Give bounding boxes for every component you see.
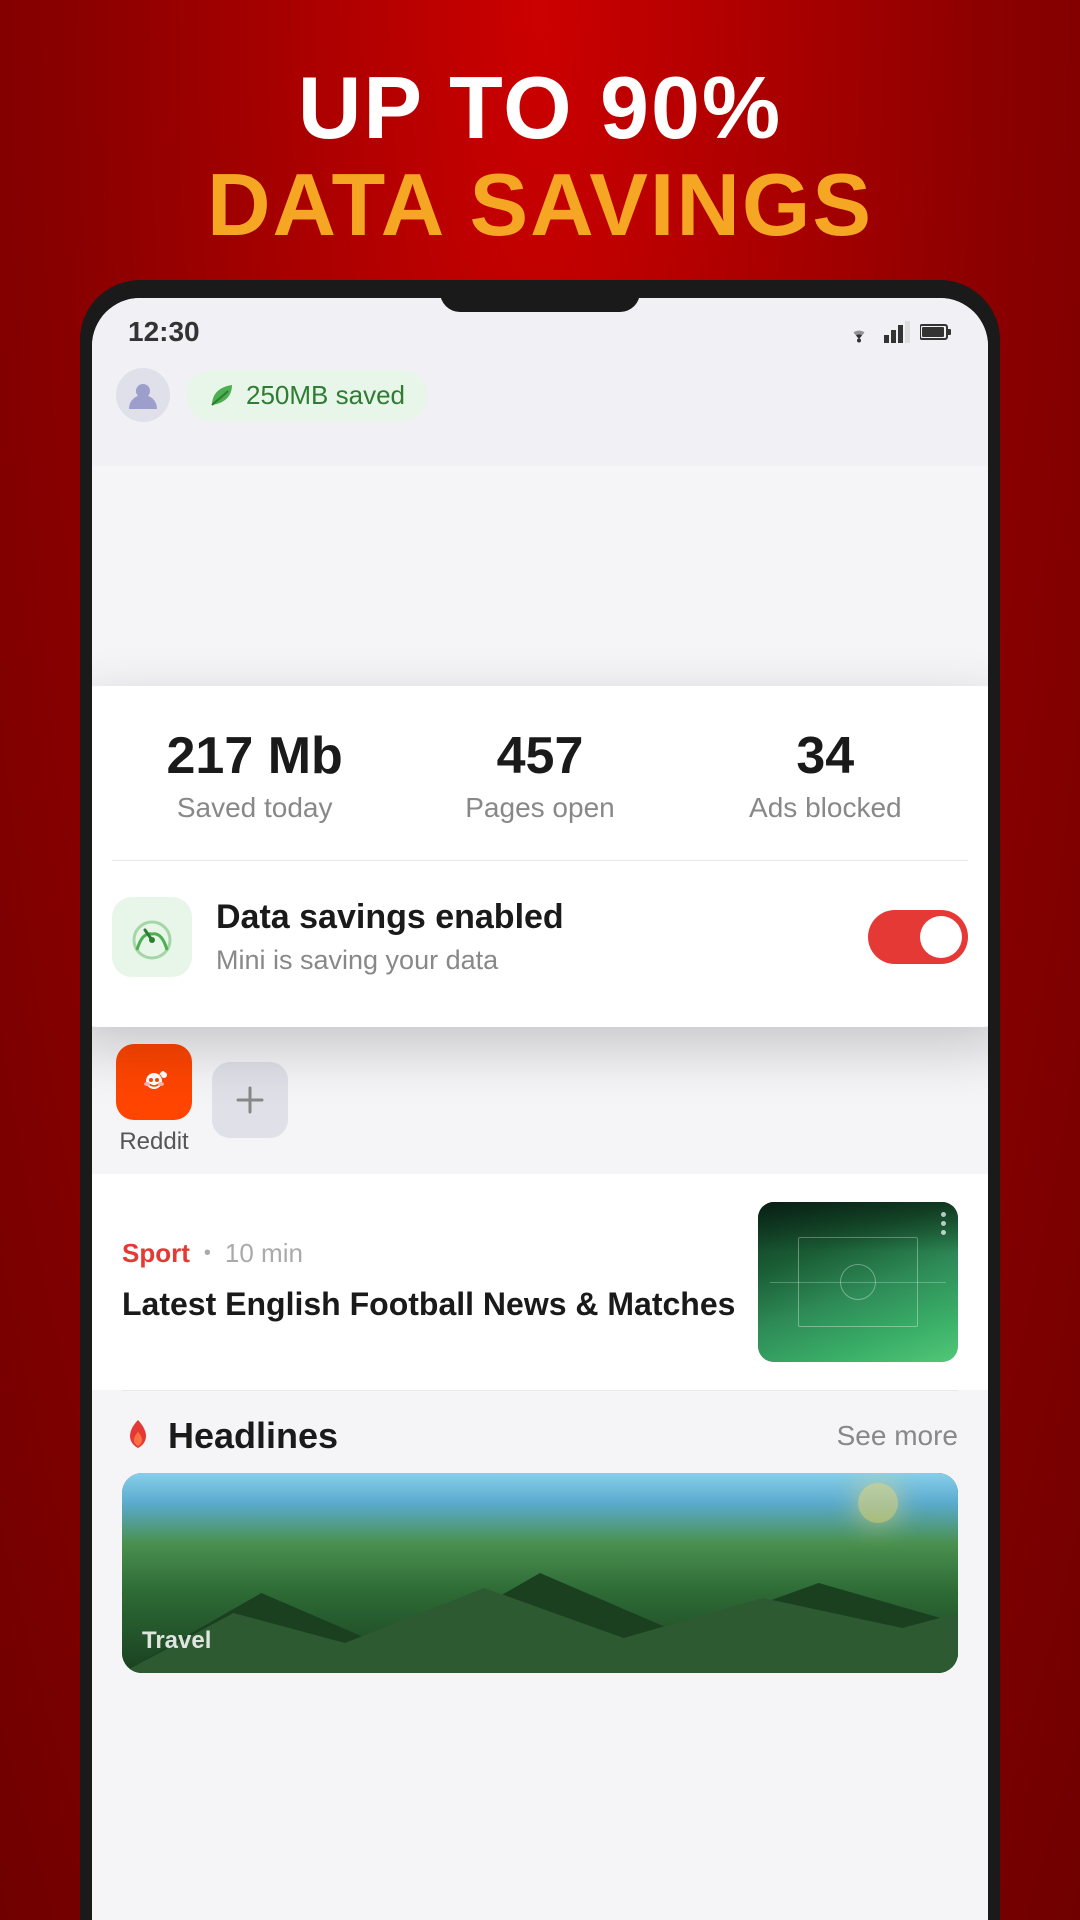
- headlines-section: Headlines See more: [92, 1391, 988, 1689]
- header-line1: UP TO 90%: [0, 60, 1080, 157]
- news-category: Sport: [122, 1238, 190, 1269]
- header-line2: DATA SAVINGS: [0, 157, 1080, 254]
- stat-ads-blocked: 34 Ads blocked: [683, 730, 968, 824]
- stat-saved-label: Saved today: [112, 792, 397, 824]
- news-text-section: Sport • 10 min Latest English Football N…: [122, 1238, 758, 1326]
- data-savings-title: Data savings enabled: [216, 898, 844, 937]
- headlines-header: Headlines See more: [122, 1415, 958, 1457]
- speedometer-icon: [127, 912, 177, 962]
- news-category-row: Sport • 10 min: [122, 1238, 738, 1269]
- stat-pages-label: Pages open: [397, 792, 682, 824]
- reddit-tab-icon[interactable]: [116, 1044, 192, 1120]
- stat-saved-today: 217 Mb Saved today: [112, 730, 397, 824]
- stat-pages-open: 457 Pages open: [397, 730, 682, 824]
- news-time: 10 min: [225, 1238, 303, 1269]
- phone-notch: [440, 280, 640, 312]
- user-icon: [127, 379, 159, 411]
- browser-bar: 250MB saved: [92, 358, 988, 432]
- reddit-tab-item: Reddit: [116, 1044, 192, 1156]
- wifi-icon: [844, 321, 874, 343]
- signal-icon: [884, 321, 910, 343]
- see-more-link[interactable]: See more: [837, 1420, 958, 1452]
- news-article[interactable]: Sport • 10 min Latest English Football N…: [92, 1174, 988, 1390]
- headlines-title-row: Headlines: [122, 1415, 338, 1457]
- status-icons: [844, 321, 952, 343]
- stats-row: 217 Mb Saved today 457 Pages open 34 Ads…: [112, 730, 968, 861]
- data-savings-toggle[interactable]: [868, 910, 968, 964]
- news-image: [758, 1202, 958, 1362]
- data-saved-text: 250MB saved: [246, 380, 405, 411]
- news-title: Latest English Football News & Matches: [122, 1283, 738, 1326]
- stat-ads-value: 34: [683, 730, 968, 782]
- status-time: 12:30: [128, 316, 200, 348]
- headlines-title: Headlines: [168, 1415, 338, 1457]
- header-section: UP TO 90% DATA SAVINGS: [0, 60, 1080, 254]
- fire-icon: [122, 1418, 154, 1454]
- reddit-icon: [131, 1059, 177, 1105]
- headline-image-label: Travel: [142, 1627, 211, 1655]
- leaf-icon: [208, 381, 236, 409]
- add-tab-button[interactable]: [212, 1062, 288, 1138]
- stat-ads-label: Ads blocked: [683, 792, 968, 824]
- add-icon: [232, 1082, 268, 1118]
- browser-content: 217 Mb Saved today 457 Pages open 34 Ads…: [92, 466, 988, 1920]
- tabs-row: Reddit: [92, 1026, 988, 1174]
- battery-icon: [920, 323, 952, 341]
- stats-card: 217 Mb Saved today 457 Pages open 34 Ads…: [92, 686, 988, 1027]
- stat-saved-value: 217 Mb: [112, 730, 397, 782]
- stat-pages-value: 457: [397, 730, 682, 782]
- data-savings-icon: [112, 897, 192, 977]
- data-savings-text: Data savings enabled Mini is saving your…: [192, 898, 868, 976]
- toggle-knob: [920, 916, 962, 958]
- phone-frame: 12:30: [80, 280, 1000, 1920]
- avatar[interactable]: [116, 368, 170, 422]
- add-tab-item: [212, 1062, 288, 1138]
- data-savings-subtitle: Mini is saving your data: [216, 945, 844, 976]
- news-time-dot: •: [204, 1242, 211, 1265]
- phone-screen: 12:30: [92, 298, 988, 1920]
- data-savings-row: Data savings enabled Mini is saving your…: [112, 861, 968, 977]
- mountain-svg: [122, 1553, 958, 1673]
- headline-image[interactable]: Travel: [122, 1473, 958, 1673]
- data-saved-badge[interactable]: 250MB saved: [186, 370, 427, 421]
- reddit-label: Reddit: [119, 1128, 188, 1156]
